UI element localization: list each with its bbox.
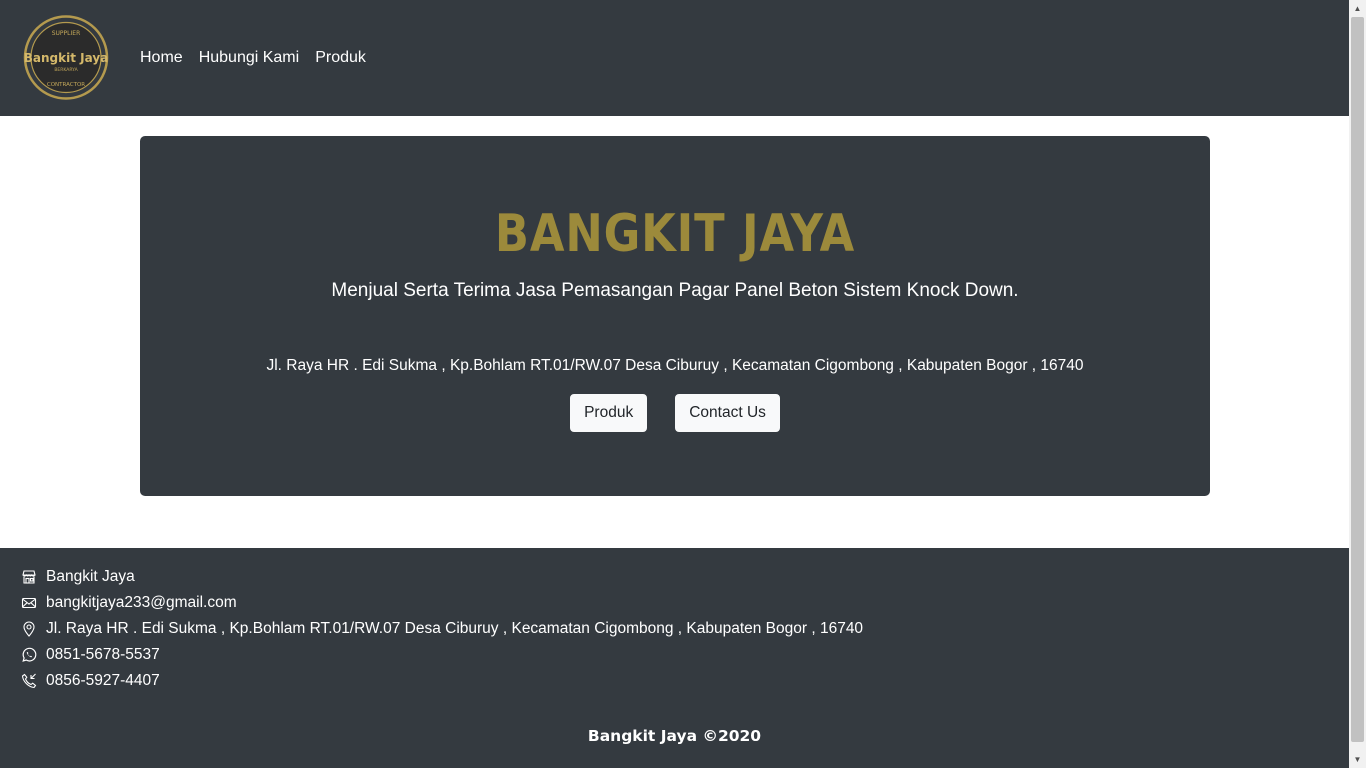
phone-icon: [20, 672, 38, 690]
hero-address: Jl. Raya HR . Edi Sukma , Kp.Bohlam RT.0…: [266, 357, 1084, 374]
vertical-scrollbar[interactable]: ▲ ▼: [1349, 0, 1366, 768]
footer-whatsapp-number[interactable]: 0851-5678-5537: [46, 646, 160, 664]
scroll-up-arrow-icon[interactable]: ▲: [1349, 0, 1366, 17]
nav-link-home[interactable]: Home: [140, 48, 183, 68]
scroll-down-arrow-icon[interactable]: ▼: [1349, 751, 1366, 768]
contact-us-button[interactable]: Contact Us: [675, 394, 780, 432]
footer-item-email: bangkitjaya233@gmail.com: [20, 590, 863, 616]
scroll-thumb[interactable]: [1351, 17, 1364, 742]
logo-top-text: SUPPLIER: [52, 30, 81, 37]
footer: Bangkit Jaya bangkitjaya233@gmail.com Jl…: [0, 548, 1349, 768]
page: SUPPLIER Bangkit Jaya BERKARYA CONTRACTO…: [0, 0, 1349, 768]
footer-item-whatsapp: 0851-5678-5537: [20, 642, 863, 668]
navbar: SUPPLIER Bangkit Jaya BERKARYA CONTRACTO…: [0, 0, 1349, 116]
logo-sub-text: BERKARYA: [54, 67, 78, 73]
footer-email[interactable]: bangkitjaya233@gmail.com: [46, 594, 237, 612]
nav-link-hubungi-kami[interactable]: Hubungi Kami: [199, 48, 300, 68]
nav-links: Home Hubungi Kami Produk: [140, 48, 366, 68]
map-pin-icon: [20, 620, 38, 638]
logo-bottom-text: CONTRACTOR: [47, 82, 85, 88]
building-icon: [20, 568, 38, 586]
hero-subtitle: Menjual Serta Terima Jasa Pemasangan Pag…: [331, 280, 1019, 301]
logo-main-text: Bangkit Jaya: [24, 51, 109, 65]
whatsapp-icon: [20, 646, 38, 664]
footer-item-phone: 0856-5927-4407: [20, 668, 863, 694]
nav-link-produk[interactable]: Produk: [315, 48, 366, 68]
footer-phone-number[interactable]: 0856-5927-4407: [46, 672, 160, 690]
hero-buttons: Produk Contact Us: [140, 394, 1210, 432]
footer-company-name: Bangkit Jaya: [46, 568, 135, 585]
footer-contact-list: Bangkit Jaya bangkitjaya233@gmail.com Jl…: [20, 564, 863, 694]
envelope-icon: [20, 594, 38, 612]
hero-title: BANGKIT JAYA: [494, 204, 856, 264]
footer-item-address: Jl. Raya HR . Edi Sukma , Kp.Bohlam RT.0…: [20, 616, 863, 642]
produk-button[interactable]: Produk: [570, 394, 648, 432]
brand-logo-icon: SUPPLIER Bangkit Jaya BERKARYA CONTRACTO…: [23, 15, 109, 100]
brand-logo[interactable]: SUPPLIER Bangkit Jaya BERKARYA CONTRACTO…: [22, 15, 110, 100]
footer-item-company: Bangkit Jaya: [20, 564, 863, 590]
hero-jumbotron: BANGKIT JAYA Menjual Serta Terima Jasa P…: [140, 136, 1210, 496]
copyright-text: Bangkit Jaya ©2020: [587, 727, 762, 745]
footer-address: Jl. Raya HR . Edi Sukma , Kp.Bohlam RT.0…: [46, 620, 864, 637]
